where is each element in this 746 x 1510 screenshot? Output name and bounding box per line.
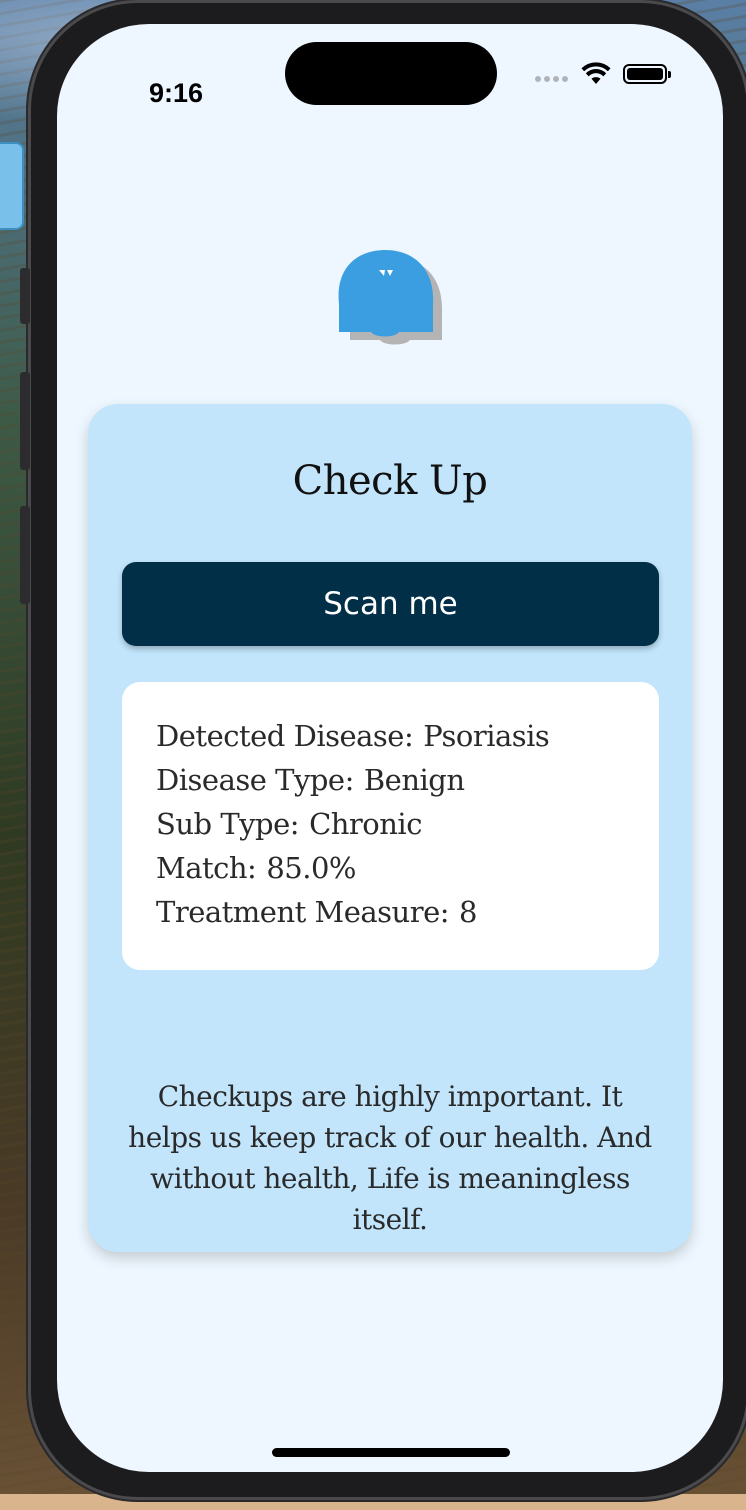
signal-dots-icon bbox=[535, 76, 568, 82]
result-label: Treatment Measure: bbox=[156, 895, 450, 929]
result-value: 85.0% bbox=[266, 851, 356, 885]
result-row-disease-type: Disease Type: Benign bbox=[156, 758, 625, 802]
volume-down-button bbox=[20, 506, 30, 604]
result-row-sub-type: Sub Type: Chronic bbox=[156, 802, 625, 846]
wifi-icon bbox=[581, 62, 611, 84]
checkup-card: Check Up Scan me Detected Disease: Psoria… bbox=[88, 404, 692, 1252]
home-indicator[interactable] bbox=[272, 1448, 510, 1457]
phone-screen: 9:16 Check Up Scan me Detected Disease: P… bbox=[57, 24, 723, 1472]
result-label: Disease Type: bbox=[156, 763, 354, 797]
scan-button[interactable]: Scan me bbox=[122, 562, 659, 646]
mute-switch bbox=[20, 268, 30, 324]
battery-icon bbox=[623, 64, 671, 84]
desktop-window-edge bbox=[0, 142, 24, 230]
result-label: Sub Type: bbox=[156, 807, 300, 841]
result-row-match: Match: 85.0% bbox=[156, 846, 625, 890]
result-row-detected-disease: Detected Disease: Psoriasis bbox=[156, 714, 625, 758]
volume-up-button bbox=[20, 372, 30, 470]
health-quote: Checkups are highly important. It helps … bbox=[128, 1080, 652, 1236]
result-row-treatment-measure: Treatment Measure: 8 bbox=[156, 890, 625, 934]
result-value: Psoriasis bbox=[423, 719, 550, 753]
result-label: Match: bbox=[156, 851, 257, 885]
result-label: Detected Disease: bbox=[156, 719, 414, 753]
dynamic-island bbox=[285, 42, 497, 105]
app-logo-icon bbox=[338, 250, 443, 345]
status-time: 9:16 bbox=[149, 78, 204, 108]
results-panel: Detected Disease: Psoriasis Disease Type:… bbox=[122, 682, 659, 970]
result-value: 8 bbox=[459, 895, 477, 929]
result-value: Benign bbox=[363, 763, 465, 797]
result-value: Chronic bbox=[309, 807, 422, 841]
card-title: Check Up bbox=[292, 458, 488, 504]
